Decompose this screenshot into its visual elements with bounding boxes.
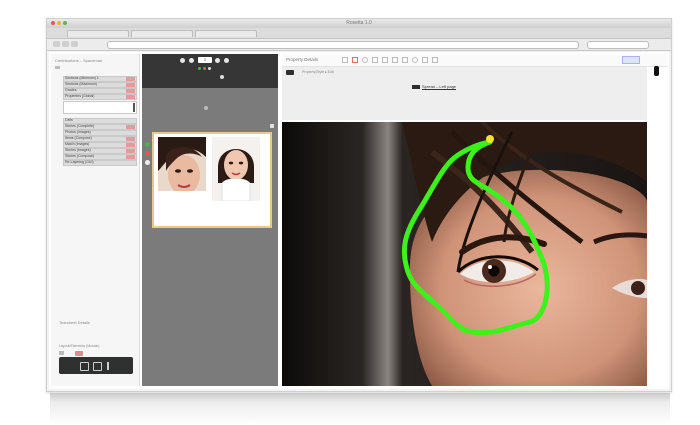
last-page-icon[interactable] (224, 58, 229, 63)
browser-tab[interactable] (67, 30, 129, 37)
annotation-endpoint (486, 135, 494, 143)
property-row[interactable]: Re-Layering (GUI) (63, 160, 137, 166)
address-bar (47, 39, 671, 51)
property-swatch[interactable] (126, 155, 135, 159)
next-page-icon[interactable] (215, 58, 220, 63)
property-swatch[interactable] (126, 77, 135, 81)
status-green-icon (198, 67, 201, 70)
detail-panel: Property Details Property/Style ▸ Edit S… (282, 54, 667, 386)
portrait-image (282, 122, 647, 386)
select-tool-icon[interactable] (342, 57, 348, 63)
property-row[interactable]: Properties (Global) (63, 94, 137, 100)
back-icon[interactable] (53, 41, 60, 47)
app-area: Contributions – Spaceman Sections (Minim… (49, 52, 669, 389)
toolbar-caption: Property/Style ▸ Edit (302, 70, 334, 74)
left-panel: Contributions – Spaceman Sections (Minim… (51, 54, 140, 386)
property-swatch[interactable] (126, 137, 135, 141)
reflection (50, 393, 670, 425)
pages-panel: 1 (142, 54, 278, 386)
property-swatch[interactable] (126, 83, 135, 87)
collapse-icon[interactable] (55, 66, 60, 69)
reject-icon[interactable] (145, 151, 150, 156)
flip-tool-icon[interactable] (422, 57, 428, 63)
search-input[interactable] (587, 41, 649, 49)
pen-tool-icon[interactable] (372, 57, 378, 63)
forward-icon[interactable] (62, 41, 69, 47)
neutral-icon[interactable] (145, 160, 150, 165)
grid-tool-icon[interactable] (402, 57, 408, 63)
tab-bar (47, 28, 671, 39)
spread-marker-icon (204, 106, 208, 110)
property-row-label: Grades (65, 88, 77, 92)
settings-icon[interactable] (220, 75, 224, 79)
view-mode-button[interactable] (622, 56, 640, 64)
image-toolbar: Property/Style ▸ Edit Spread – Left page (282, 67, 647, 120)
browser-tab[interactable] (195, 30, 257, 37)
layout-icon[interactable] (59, 351, 64, 355)
browser-window: Rosetta 1.0 Contributions – Spaceman Sec… (46, 18, 672, 392)
property-row-label: Items (Compose) (65, 136, 92, 140)
close-page-icon[interactable] (270, 124, 274, 128)
toolbar-center-label[interactable]: Spread – Left page (422, 84, 456, 89)
left-panel-heading: Contributions – Spaceman (55, 58, 103, 63)
delete-button[interactable] (75, 351, 83, 356)
reload-icon[interactable] (71, 41, 78, 47)
camera-icon[interactable] (286, 70, 294, 75)
property-row-label: Stories (Compose) (65, 154, 95, 158)
property-text-area[interactable] (63, 101, 137, 114)
browser-tab[interactable] (131, 30, 193, 37)
property-row-label: Sections (Minimum) 1 (65, 76, 99, 80)
property-row-label: Photos (Images) (65, 130, 91, 134)
window-title: Rosetta 1.0 (346, 20, 372, 26)
document-icon[interactable] (80, 362, 89, 371)
portrait-photo-left (158, 137, 206, 201)
property-swatch[interactable] (126, 125, 135, 129)
detail-title: Property Details (286, 57, 319, 62)
title-bar: Rosetta 1.0 (47, 19, 671, 28)
pages-toolbar: 1 (142, 54, 278, 88)
status-white-icon (208, 67, 211, 70)
first-page-icon[interactable] (180, 58, 185, 63)
scrollbar[interactable] (133, 103, 135, 112)
footer-sub-label: Layout/Elements (Mosaic) (59, 344, 100, 348)
property-row-label: Cells (65, 118, 73, 122)
property-row-label: Stories (Complete) (65, 124, 95, 128)
url-input[interactable] (107, 41, 579, 49)
property-swatch[interactable] (126, 149, 135, 153)
page-icon[interactable] (93, 362, 102, 371)
divider-icon (107, 362, 109, 370)
link-icon[interactable] (412, 85, 420, 89)
undo-tool-icon[interactable] (432, 57, 438, 63)
portrait-photo-right (212, 137, 260, 201)
property-row-label: Properties (Global) (65, 94, 95, 98)
property-row-label: Sections (Maximum) (65, 82, 97, 86)
property-swatch[interactable] (126, 143, 135, 147)
bottom-tool-bar (59, 357, 133, 374)
property-row-label: Stories (Images) (65, 148, 91, 152)
property-swatch[interactable] (126, 89, 135, 93)
shape-tool-icon[interactable] (392, 57, 398, 63)
zoom-tool-icon[interactable] (362, 57, 368, 63)
footer-label: Tearsheet Details (59, 320, 90, 325)
property-row-label: Match (Images) (65, 142, 90, 146)
property-row-label: Re-Layering (GUI) (65, 160, 94, 164)
detail-header: Property Details (282, 54, 667, 67)
text-tool-icon[interactable] (382, 57, 388, 63)
prev-page-icon[interactable] (189, 58, 194, 63)
property-swatch[interactable] (126, 95, 135, 99)
scroll-handle[interactable] (654, 66, 659, 76)
status-red-icon (203, 67, 206, 70)
crop-tool-icon[interactable] (352, 57, 358, 63)
rotate-tool-icon[interactable] (412, 57, 418, 63)
page-thumbnail[interactable] (152, 132, 272, 228)
page-number-field[interactable]: 1 (198, 57, 212, 63)
image-canvas[interactable] (282, 122, 647, 386)
approve-icon[interactable] (145, 142, 150, 147)
